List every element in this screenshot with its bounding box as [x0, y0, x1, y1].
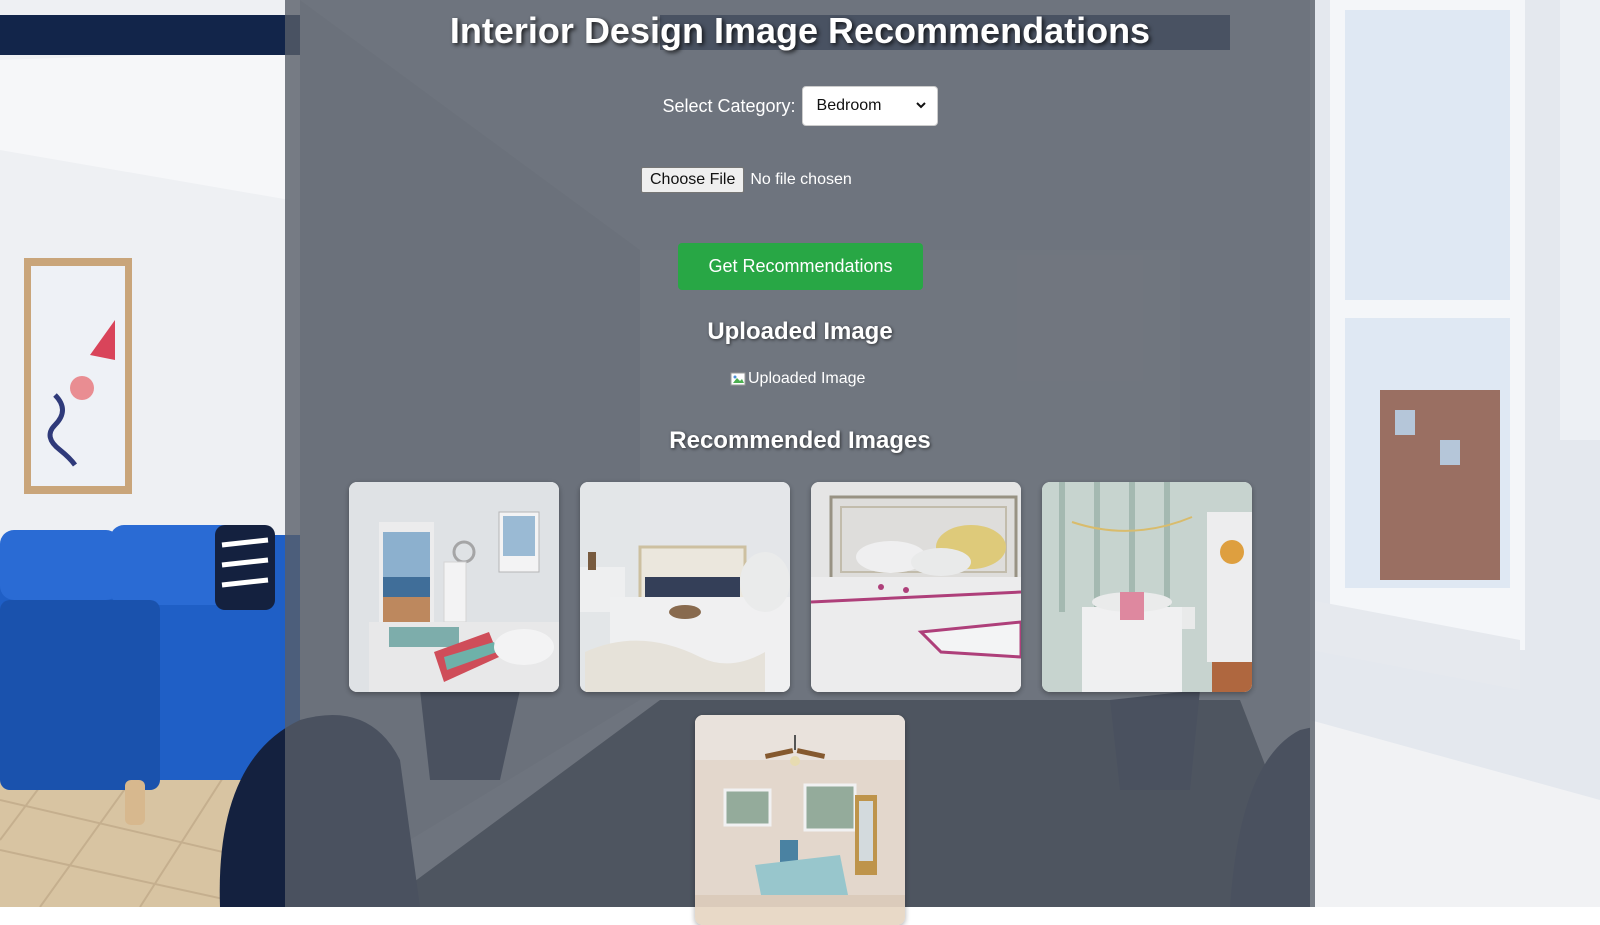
page-title: Interior Design Image Recommendations	[449, 10, 1151, 51]
recommended-image-2[interactable]	[579, 482, 790, 692]
broken-image-icon	[730, 371, 746, 387]
recommended-image-5[interactable]	[695, 715, 905, 925]
bedroom-photo-1	[348, 482, 559, 692]
recommended-images-heading: Recommended Images	[669, 427, 931, 454]
recommended-image-3[interactable]	[810, 482, 1021, 692]
category-row: Select Category: Bedroom	[285, 86, 1315, 126]
uploaded-image: Uploaded Image	[730, 370, 865, 388]
get-recommendations-button[interactable]: Get Recommendations	[678, 243, 923, 290]
category-selected-value: Bedroom	[816, 97, 882, 114]
uploaded-image-heading: Uploaded Image	[707, 318, 893, 345]
recommended-images-grid	[348, 482, 1252, 925]
file-input[interactable]: Choose File No file chosen	[641, 167, 852, 193]
uploaded-image-alt-text: Uploaded Image	[748, 370, 866, 387]
chevron-down-icon	[915, 99, 927, 114]
bedroom-photo-5	[695, 715, 905, 925]
bedroom-photo-3	[810, 482, 1021, 692]
recommended-image-1[interactable]	[348, 482, 559, 692]
choose-file-button[interactable]: Choose File	[641, 167, 745, 193]
bedroom-photo-4	[1041, 482, 1252, 692]
bedroom-photo-2	[579, 482, 790, 692]
file-status-text: No file chosen	[750, 171, 852, 188]
category-label: Select Category:	[662, 95, 796, 116]
content-panel: Interior Design Image Recommendations Se…	[285, 0, 1315, 925]
recommended-image-4[interactable]	[1041, 482, 1252, 692]
category-select[interactable]: Bedroom	[801, 86, 938, 126]
